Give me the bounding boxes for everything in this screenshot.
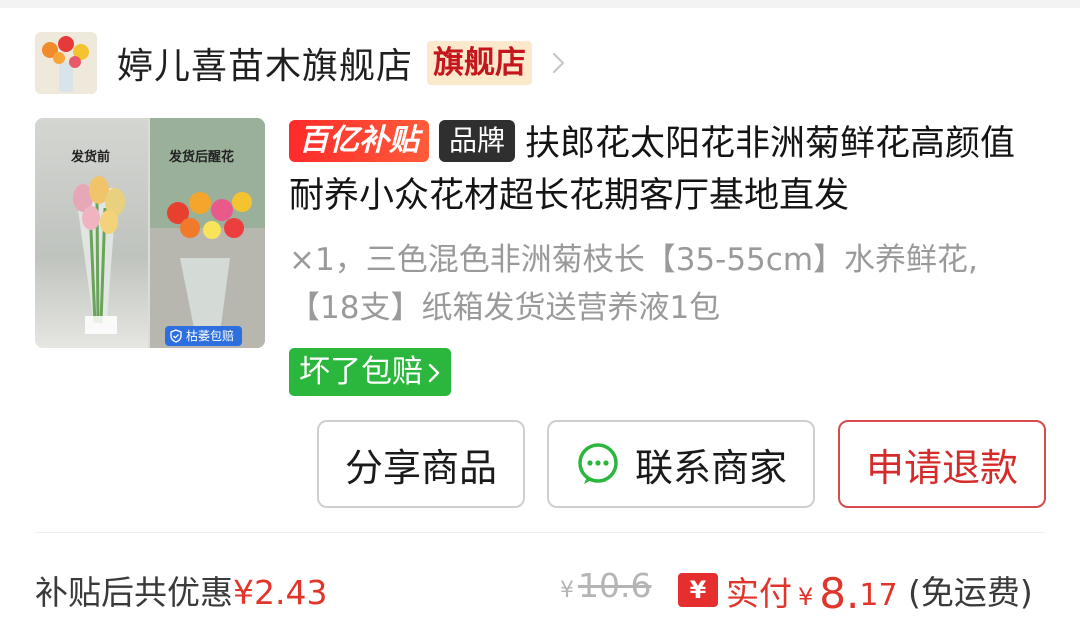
wither-guarantee-label: 枯萎包赔: [186, 329, 235, 343]
image-caption-before: 发货前: [71, 150, 111, 165]
paid-currency: ¥: [798, 583, 814, 611]
divider: [35, 532, 1045, 533]
share-product-label: 分享商品: [344, 445, 497, 490]
contact-merchant-button[interactable]: 联系商家: [547, 420, 815, 508]
store-header[interactable]: 婷儿喜苗木旗舰店 旗舰店: [35, 30, 570, 96]
image-caption-after: 发货后醒花: [169, 150, 235, 165]
store-name[interactable]: 婷儿喜苗木旗舰店: [117, 37, 413, 89]
product-title[interactable]: 百亿补贴 品牌 扶郎花太阳花非洲菊鲜花高颜值耐养小众花材超长花期客厅基地直发: [289, 118, 1049, 222]
original-price: ¥10.6: [560, 566, 651, 605]
contact-merchant-label: 联系商家: [634, 445, 787, 490]
request-refund-label: 申请退款: [865, 445, 1018, 490]
broken-compensation-label: 坏了包赔: [299, 354, 423, 390]
yen-icon: ¥: [678, 573, 718, 607]
shield-check-icon: [170, 329, 182, 343]
shipping-note: (免运费): [908, 573, 1033, 612]
wither-guarantee-badge: 枯萎包赔: [165, 326, 243, 346]
discount-label: 补贴后共优惠: [35, 573, 233, 612]
chat-bubble-icon: [578, 443, 618, 484]
product-image[interactable]: 发货前 发货后醒花 枯萎包赔: [35, 118, 265, 348]
broken-compensation-tag[interactable]: 坏了包赔: [289, 348, 451, 396]
store-avatar[interactable]: [35, 32, 97, 94]
paid-label: 实付: [726, 574, 792, 613]
request-refund-button[interactable]: 申请退款: [838, 420, 1046, 508]
chevron-right-icon: [428, 363, 440, 383]
original-price-currency: ¥: [560, 578, 574, 603]
paid-integer: 8.: [819, 569, 860, 618]
brand-tag: 品牌: [439, 120, 516, 162]
subsidy-discount: 补贴后共优惠¥2.43: [35, 566, 327, 614]
paid-amount: 实付 ¥8.17: [726, 566, 898, 618]
flagship-badge: 旗舰店: [427, 41, 533, 85]
top-separator: [0, 0, 1080, 8]
discount-amount: ¥2.43: [233, 573, 328, 612]
paid-decimal: 17: [859, 578, 898, 613]
original-price-value: 10.6: [578, 566, 652, 605]
share-product-button[interactable]: 分享商品: [317, 420, 525, 508]
subsidy-tag: 百亿补贴: [289, 120, 429, 162]
chevron-right-icon[interactable]: [546, 51, 570, 75]
product-spec: ×1，三色混色非洲菊枝长【35-55cm】水养鲜花,【18支】纸箱发货送营养液1…: [289, 242, 978, 326]
